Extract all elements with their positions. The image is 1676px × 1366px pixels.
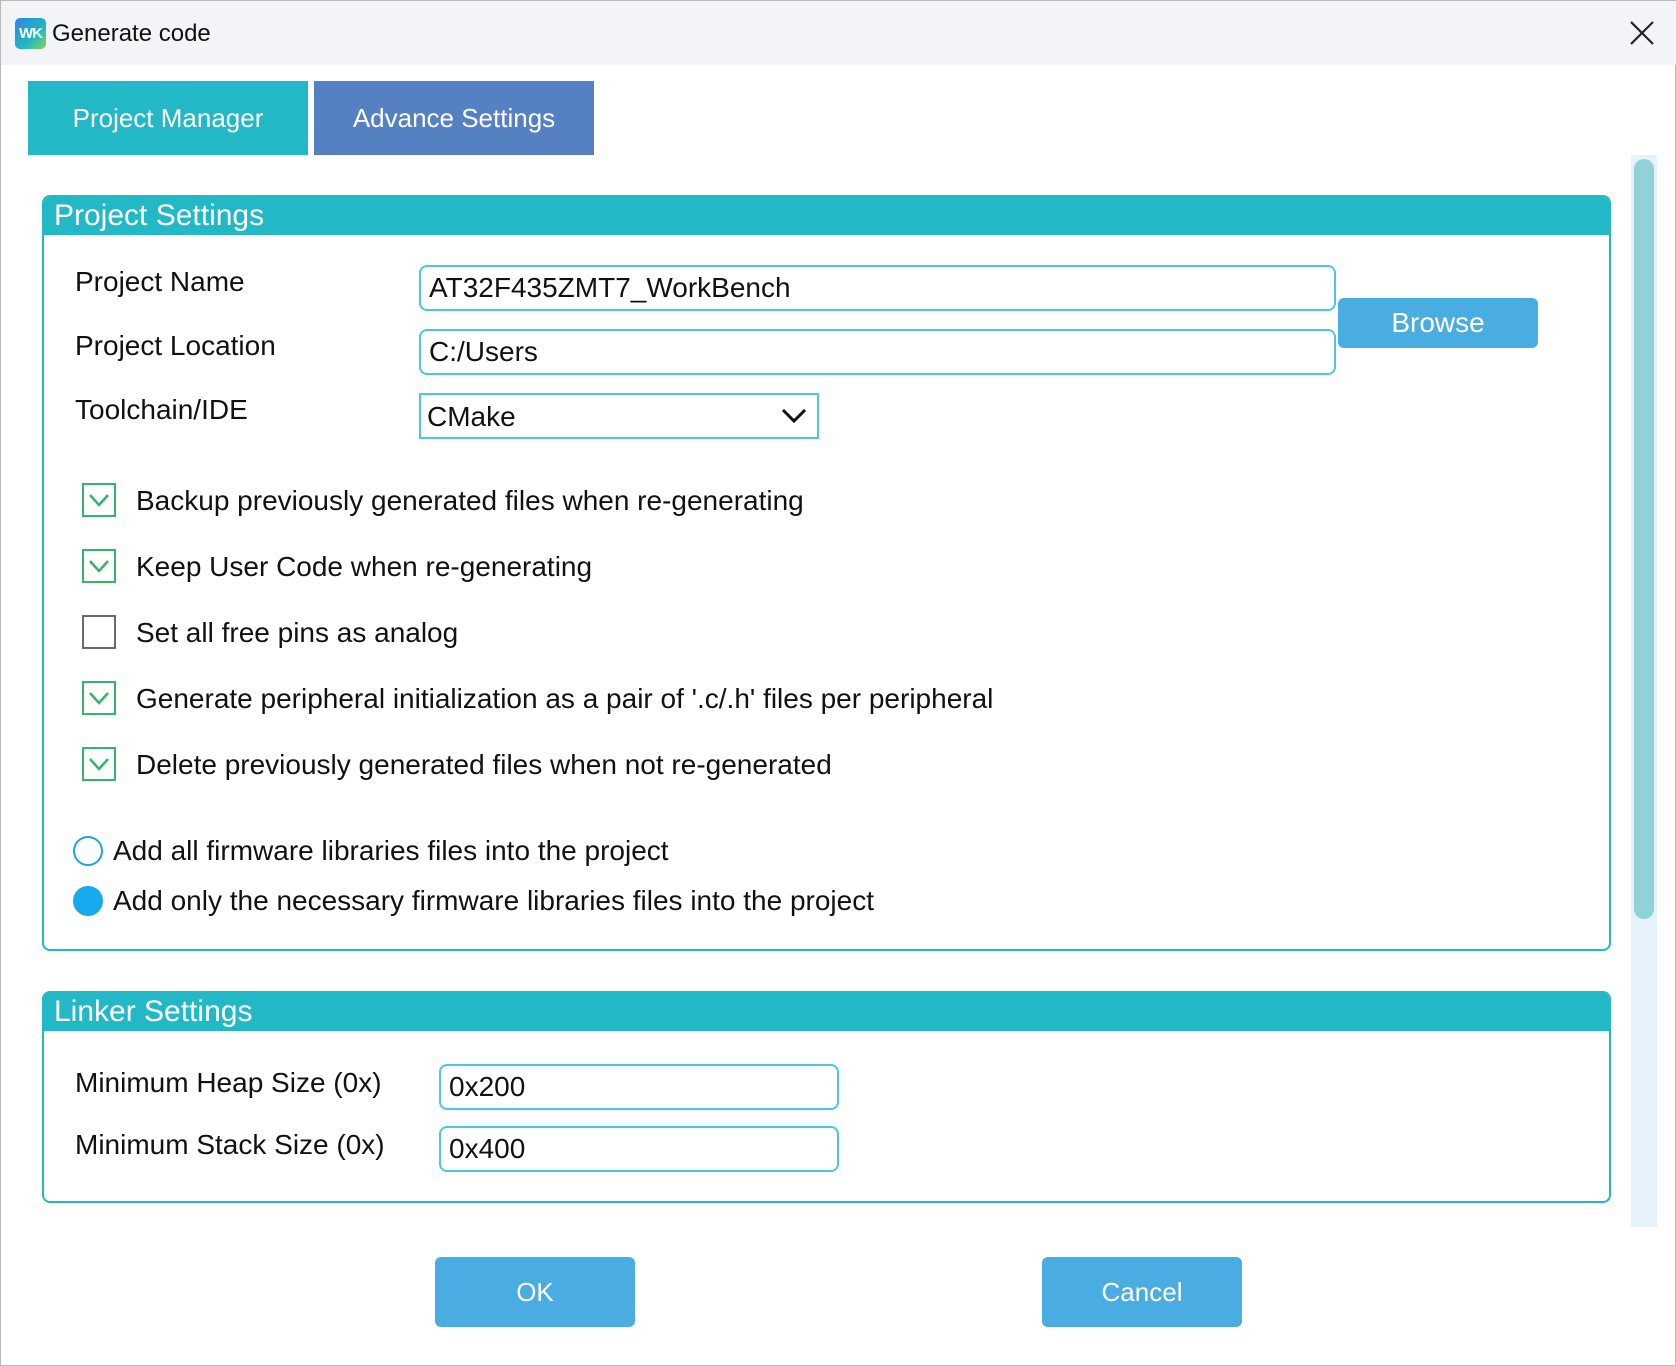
close-icon bbox=[1630, 21, 1654, 45]
window-title: Generate code bbox=[52, 20, 211, 47]
checkbox-label: Keep User Code when re-generating bbox=[136, 551, 593, 582]
check-icon bbox=[89, 758, 109, 771]
checkbox-box[interactable] bbox=[82, 681, 116, 715]
browse-button[interactable]: Browse bbox=[1338, 298, 1538, 348]
toolchain-selected-value: CMake bbox=[427, 401, 516, 432]
check-icon bbox=[89, 494, 109, 507]
chevron-down-icon bbox=[781, 408, 807, 424]
checkbox-label: Set all free pins as analog bbox=[136, 617, 459, 648]
check-icon bbox=[89, 692, 109, 705]
heap-size-label: Minimum Heap Size (0x) bbox=[75, 1067, 382, 1098]
checkbox-box[interactable] bbox=[82, 747, 116, 781]
project-settings-header: Project Settings bbox=[44, 197, 1609, 235]
stack-size-input[interactable] bbox=[439, 1126, 839, 1172]
checkbox-box[interactable] bbox=[82, 549, 116, 583]
radio-button[interactable] bbox=[73, 886, 103, 916]
check-icon bbox=[89, 560, 109, 573]
project-location-label: Project Location bbox=[75, 330, 276, 361]
project-name-input[interactable] bbox=[419, 265, 1336, 311]
generate-code-dialog: WK Generate code Project Manager Advance… bbox=[0, 0, 1676, 1366]
cancel-button[interactable]: Cancel bbox=[1042, 1257, 1242, 1327]
checkbox-box[interactable] bbox=[82, 615, 116, 649]
title-bar: WK Generate code bbox=[1, 1, 1676, 65]
radio-button[interactable] bbox=[73, 836, 103, 866]
project-location-input[interactable] bbox=[419, 329, 1336, 375]
linker-settings-header: Linker Settings bbox=[44, 993, 1609, 1031]
app-logo-icon: WK bbox=[15, 18, 46, 49]
toolchain-label: Toolchain/IDE bbox=[75, 394, 248, 425]
radio-label: Add only the necessary firmware librarie… bbox=[113, 885, 875, 916]
checkbox-label: Backup previously generated files when r… bbox=[136, 485, 804, 516]
checkbox-label: Delete previously generated files when n… bbox=[136, 749, 832, 780]
scrollbar-thumb[interactable] bbox=[1634, 159, 1654, 919]
tab-project-manager[interactable]: Project Manager bbox=[28, 81, 308, 155]
checkbox-label: Generate peripheral initialization as a … bbox=[136, 683, 994, 714]
linker-settings-group: Linker Settings Minimum Heap Size (0x) M… bbox=[42, 991, 1611, 1203]
ok-button[interactable]: OK bbox=[435, 1257, 635, 1327]
toolchain-select[interactable]: CMake bbox=[419, 393, 819, 439]
radio-label: Add all firmware libraries files into th… bbox=[113, 835, 669, 866]
heap-size-input[interactable] bbox=[439, 1064, 839, 1110]
project-name-label: Project Name bbox=[75, 266, 245, 297]
tab-advance-settings[interactable]: Advance Settings bbox=[314, 81, 594, 155]
close-button[interactable] bbox=[1617, 11, 1667, 55]
stack-size-label: Minimum Stack Size (0x) bbox=[75, 1129, 385, 1160]
checkbox-box[interactable] bbox=[82, 483, 116, 517]
